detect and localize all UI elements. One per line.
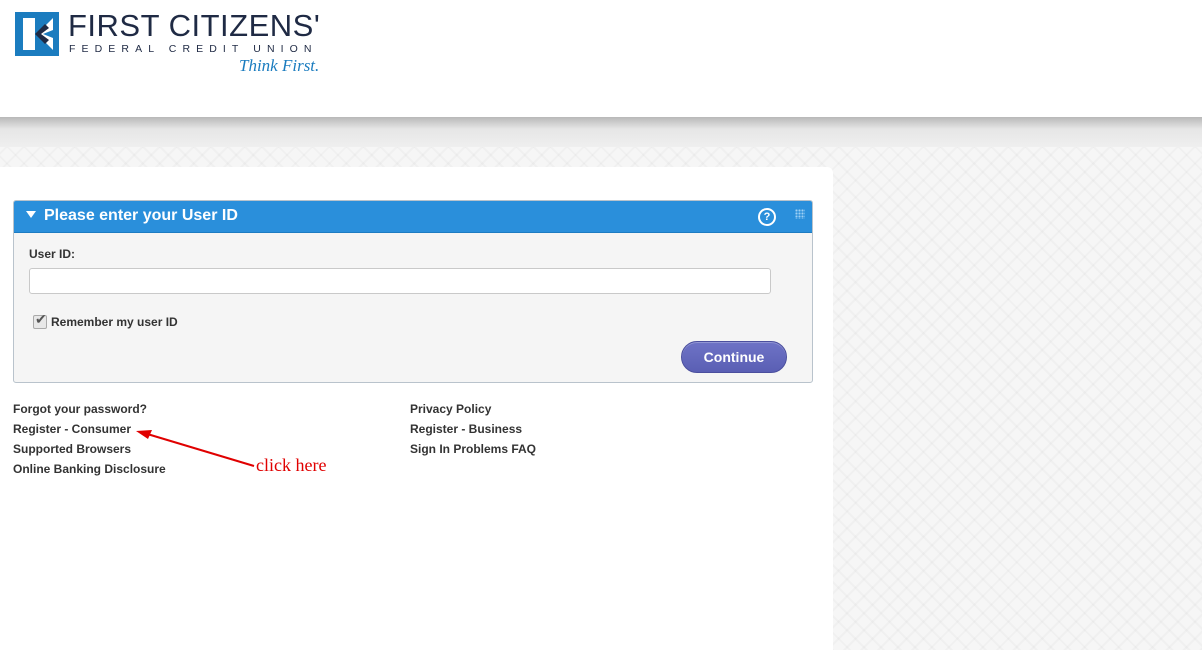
first-citizens-logo-icon (15, 12, 59, 56)
forgot-password-link[interactable]: Forgot your password? (13, 401, 166, 421)
login-panel: Please enter your User ID ? User ID: ✔ R… (13, 200, 813, 383)
drag-grip-icon[interactable] (795, 209, 805, 219)
checkmark-icon: ✔ (35, 311, 47, 327)
site-header: FIRST CITIZENS' FEDERAL CREDIT UNION Thi… (0, 0, 1202, 117)
header-divider-band (0, 117, 1202, 147)
user-id-input[interactable] (29, 268, 771, 294)
remember-checkbox[interactable]: ✔ (33, 311, 47, 329)
privacy-policy-link[interactable]: Privacy Policy (410, 401, 536, 421)
continue-button[interactable]: Continue (681, 341, 787, 373)
login-panel-header[interactable]: Please enter your User ID ? (14, 201, 812, 233)
user-id-label: User ID: (29, 247, 76, 261)
brand-name: FIRST CITIZENS' (68, 8, 321, 43)
help-icon[interactable]: ? (758, 208, 776, 226)
annotation-arrow-icon (136, 430, 255, 467)
collapse-caret-icon[interactable] (26, 211, 36, 218)
remember-user-id[interactable]: ✔ Remember my user ID (33, 311, 178, 331)
brand-tagline: Think First. (239, 56, 320, 75)
register-business-link[interactable]: Register - Business (410, 421, 536, 441)
brand-subtitle: FEDERAL CREDIT UNION (69, 43, 318, 55)
sign-in-problems-faq-link[interactable]: Sign In Problems FAQ (410, 441, 536, 461)
brand-logo[interactable]: FIRST CITIZENS' FEDERAL CREDIT UNION Thi… (15, 8, 325, 78)
footer-links-right: Privacy Policy Register - Business Sign … (410, 401, 536, 461)
annotation-click-here: click here (256, 455, 327, 475)
login-panel-title: Please enter your User ID (44, 207, 238, 224)
remember-label: Remember my user ID (51, 315, 178, 329)
